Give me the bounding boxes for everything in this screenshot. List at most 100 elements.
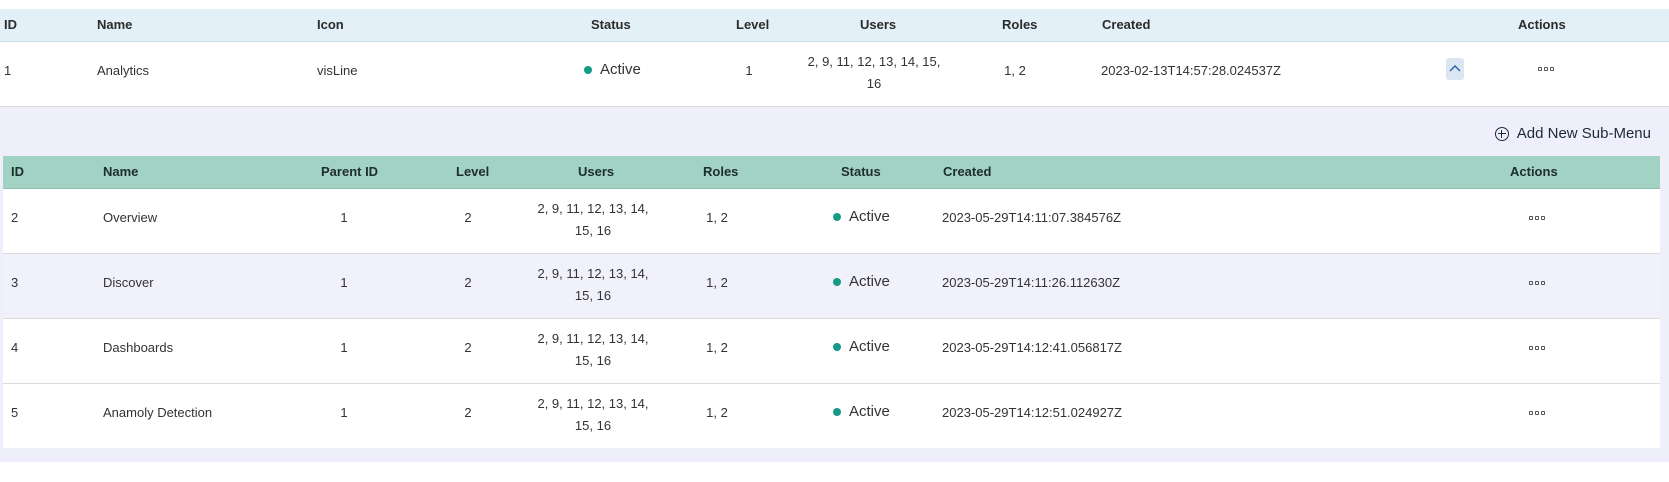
header-status[interactable]: Status [591, 17, 631, 32]
status-badge: Active [833, 273, 890, 290]
row-id: 1 [4, 63, 12, 78]
sub-row-id: 5 [11, 405, 19, 420]
status-dot-icon [833, 407, 841, 416]
table-row[interactable]: 3 Discover 1 2 2, 9, 11, 12, 13, 14, 15,… [3, 254, 1660, 319]
sub-row-users: 2, 9, 11, 12, 13, 14, 15, 16 [537, 198, 648, 242]
users-line-2: 15, 16 [574, 418, 612, 433]
status-badge: Active [833, 338, 890, 355]
sub-header-id[interactable]: ID [11, 164, 24, 179]
sub-menu-table: ID Name Parent ID Level Users Roles Stat… [3, 156, 1660, 448]
header-created[interactable]: Created [1102, 17, 1150, 32]
sub-header-roles[interactable]: Roles [703, 164, 738, 179]
status-badge: Active [584, 61, 641, 78]
sub-row-id: 2 [11, 210, 19, 225]
users-line-2: 15, 16 [574, 353, 612, 368]
sub-row-created: 2023-05-29T14:11:07.384576Z [942, 210, 1122, 225]
more-icon [1529, 216, 1545, 222]
sub-header-level[interactable]: Level [456, 164, 489, 179]
status-dot-icon [833, 277, 841, 286]
table-row[interactable]: 1 Analytics visLine Active 1 2, 9, 11, 1… [0, 42, 1669, 107]
sub-row-roles: 1, 2 [706, 210, 728, 225]
sub-row-users: 2, 9, 11, 12, 13, 14, 15, 16 [537, 393, 648, 437]
more-icon [1538, 67, 1554, 73]
sub-row-actions-button[interactable] [1529, 411, 1545, 417]
sub-row-name: Dashboards [103, 340, 174, 355]
sub-row-parent-id: 1 [340, 275, 348, 290]
chevron-up-icon [1449, 65, 1461, 72]
status-dot-icon [833, 342, 841, 351]
sub-row-level: 2 [464, 340, 472, 355]
header-roles[interactable]: Roles [1002, 17, 1037, 32]
users-line-1: 2, 9, 11, 12, 13, 14, [537, 201, 649, 216]
users-line-1: 2, 9, 11, 12, 13, 14, [537, 266, 649, 281]
users-line-2: 15, 16 [574, 288, 612, 303]
main-table-header: ID Name Icon Status Level Users Roles Cr… [0, 9, 1669, 42]
sub-row-created: 2023-05-29T14:12:51.024927Z [942, 405, 1122, 420]
sub-row-parent-id: 1 [340, 405, 348, 420]
users-line-1: 2, 9, 11, 12, 13, 14, [537, 331, 649, 346]
sub-row-roles: 1, 2 [706, 275, 728, 290]
more-icon [1529, 411, 1545, 417]
table-row[interactable]: 2 Overview 1 2 2, 9, 11, 12, 13, 14, 15,… [3, 189, 1660, 254]
header-name[interactable]: Name [97, 17, 132, 32]
header-actions: Actions [1518, 17, 1566, 32]
sub-header-created[interactable]: Created [943, 164, 991, 179]
sub-menu-panel: Add New Sub-Menu ID Name Parent ID Level… [0, 107, 1669, 482]
status-label: Active [849, 208, 890, 225]
row-name: Analytics [97, 63, 150, 78]
status-label: Active [849, 338, 890, 355]
status-dot-icon [584, 65, 592, 74]
users-line-2: 16 [866, 76, 882, 91]
sub-row-name: Overview [103, 210, 158, 225]
add-sub-menu-button[interactable]: Add New Sub-Menu [1494, 125, 1651, 142]
sub-row-actions-button[interactable] [1529, 346, 1545, 352]
header-id[interactable]: ID [4, 17, 17, 32]
header-users[interactable]: Users [860, 17, 896, 32]
sub-row-name: Anamoly Detection [103, 405, 213, 420]
status-dot-icon [833, 212, 841, 221]
table-row[interactable]: 5 Anamoly Detection 1 2 2, 9, 11, 12, 13… [3, 384, 1660, 448]
row-level: 1 [745, 63, 753, 78]
sub-row-actions-button[interactable] [1529, 216, 1545, 222]
sub-header-actions: Actions [1510, 164, 1558, 179]
sub-row-roles: 1, 2 [706, 340, 728, 355]
row-users: 2, 9, 11, 12, 13, 14, 15, 16 [808, 51, 941, 95]
sub-row-level: 2 [464, 275, 472, 290]
sub-header-parent-id[interactable]: Parent ID [321, 164, 378, 179]
users-line-1: 2, 9, 11, 12, 13, 14, [537, 396, 649, 411]
sub-row-id: 4 [11, 340, 19, 355]
sub-header-status[interactable]: Status [841, 164, 881, 179]
status-label: Active [600, 61, 641, 78]
table-row[interactable]: 4 Dashboards 1 2 2, 9, 11, 12, 13, 14, 1… [3, 319, 1660, 384]
users-line-2: 15, 16 [574, 223, 612, 238]
row-icon-name: visLine [317, 63, 358, 78]
sub-row-actions-button[interactable] [1529, 281, 1545, 287]
plus-circle-icon [1494, 126, 1509, 141]
sub-row-parent-id: 1 [340, 210, 348, 225]
collapse-row-button[interactable] [1446, 58, 1464, 80]
sub-header-name[interactable]: Name [103, 164, 138, 179]
more-icon [1529, 281, 1545, 287]
sub-row-users: 2, 9, 11, 12, 13, 14, 15, 16 [537, 263, 648, 307]
sub-row-level: 2 [464, 210, 472, 225]
sub-row-users: 2, 9, 11, 12, 13, 14, 15, 16 [537, 328, 648, 372]
row-roles: 1, 2 [1004, 63, 1026, 78]
row-created: 2023-02-13T14:57:28.024537Z [1101, 63, 1281, 78]
sub-row-level: 2 [464, 405, 472, 420]
status-label: Active [849, 273, 890, 290]
status-badge: Active [833, 208, 890, 225]
users-line-1: 2, 9, 11, 12, 13, 14, 15, [807, 54, 941, 69]
more-icon [1529, 346, 1545, 352]
status-badge: Active [833, 403, 890, 420]
header-icon[interactable]: Icon [317, 17, 344, 32]
header-level[interactable]: Level [736, 17, 769, 32]
sub-row-created: 2023-05-29T14:12:41.056817Z [942, 340, 1122, 355]
add-sub-menu-label: Add New Sub-Menu [1516, 125, 1651, 142]
sub-table-header: ID Name Parent ID Level Users Roles Stat… [3, 156, 1660, 189]
sub-row-name: Discover [103, 275, 154, 290]
status-label: Active [849, 403, 890, 420]
row-actions-button[interactable] [1538, 67, 1554, 73]
sub-row-roles: 1, 2 [706, 405, 728, 420]
sub-row-id: 3 [11, 275, 19, 290]
sub-header-users[interactable]: Users [578, 164, 614, 179]
